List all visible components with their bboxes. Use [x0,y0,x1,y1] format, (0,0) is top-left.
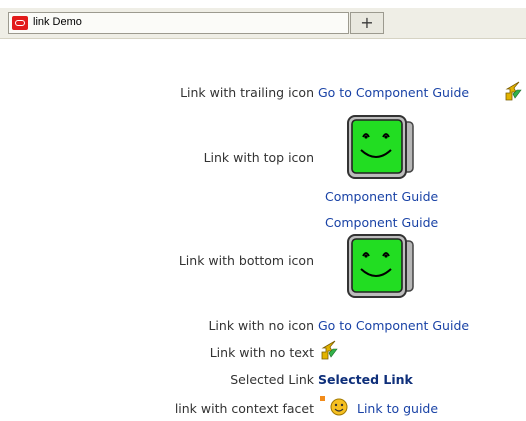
tab-title: link Demo [33,16,82,28]
smiley-monitor-icon[interactable] [345,112,415,182]
smiley-monitor-icon[interactable] [345,231,415,301]
context-facet-marker[interactable] [320,396,325,401]
label-selected-link: Selected Link [230,372,314,387]
link-to-guide[interactable]: Link to guide [357,401,438,416]
browser-tab-bar: link Demo + [0,0,526,47]
label-trailing-icon: Link with trailing icon [180,85,314,100]
component-guide-arrow-icon[interactable] [319,339,339,361]
component-guide-arrow-icon[interactable] [503,80,523,102]
tab-link-demo[interactable]: link Demo [8,12,349,34]
link-component-guide-bottom[interactable]: Component Guide [325,215,438,230]
link-go-to-component-guide[interactable]: Go to Component Guide [318,85,469,100]
label-bottom-icon: Link with bottom icon [178,253,314,268]
selected-link[interactable]: Selected Link [318,372,413,387]
label-context-facet: link with context facet [174,401,314,416]
new-tab-button[interactable]: + [350,12,384,34]
smiley-face-icon[interactable] [330,398,348,416]
label-no-icon: Link with no icon [208,318,314,333]
link-component-guide-top[interactable]: Component Guide [325,189,438,204]
label-top-icon: Link with top icon [203,150,314,165]
label-no-text: Link with no text [209,345,314,360]
link-go-to-component-guide-no-icon[interactable]: Go to Component Guide [318,318,469,333]
oracle-logo-icon [12,16,28,30]
